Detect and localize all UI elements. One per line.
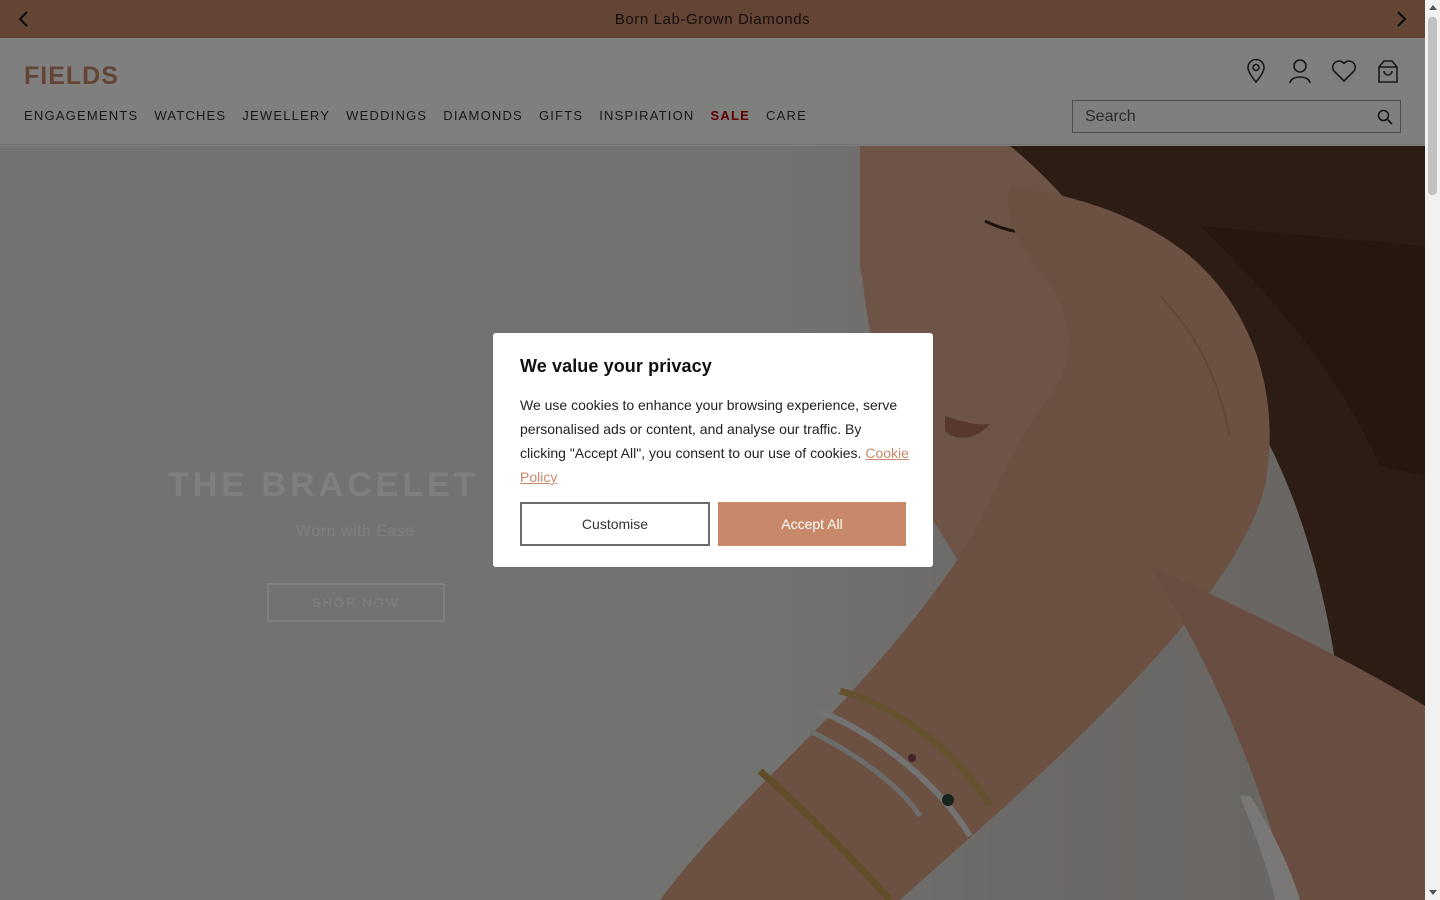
scroll-up-arrow-icon [1428, 5, 1437, 10]
cookie-dialog-actions: Customise Accept All [520, 502, 906, 546]
scroll-down-button[interactable] [1425, 886, 1440, 900]
scroll-down-arrow-icon [1428, 890, 1437, 895]
accept-all-button[interactable]: Accept All [718, 502, 906, 546]
cookie-dialog-body: We use cookies to enhance your browsing … [520, 397, 898, 461]
scrollbar-thumb[interactable] [1428, 17, 1437, 195]
customise-button[interactable]: Customise [520, 502, 710, 546]
cookie-dialog-title: We value your privacy [520, 356, 712, 376]
page: Born Lab-Grown Diamonds FIELDS ENGAGEMEN… [0, 0, 1425, 900]
cookie-dialog-text: We use cookies to enhance your browsing … [520, 393, 910, 489]
cookie-consent-dialog: We value your privacy We use cookies to … [493, 333, 933, 567]
page-scrollbar[interactable] [1425, 0, 1440, 900]
scroll-up-button[interactable] [1425, 0, 1440, 14]
